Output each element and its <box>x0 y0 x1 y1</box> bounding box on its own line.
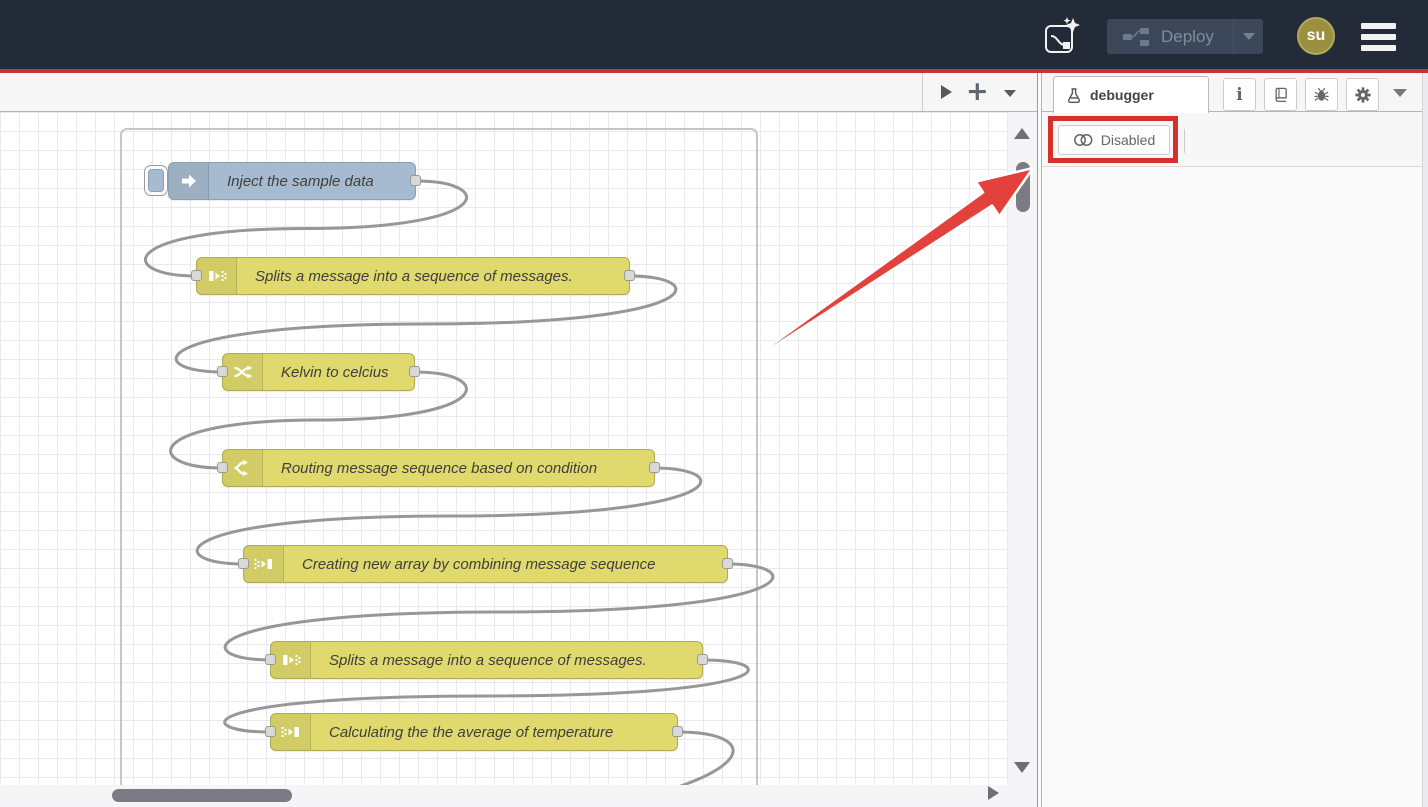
user-avatar[interactable]: su <box>1297 17 1335 55</box>
book-icon <box>1272 86 1289 103</box>
input-port[interactable] <box>265 726 276 737</box>
window-scrollbar-strip <box>1422 73 1428 807</box>
tabbar-separator <box>922 73 923 111</box>
flow-node-split[interactable]: Splits a message into a sequence of mess… <box>270 641 703 679</box>
tab-debugger[interactable]: debugger <box>1053 76 1209 113</box>
tab-debugger-label: debugger <box>1090 87 1154 103</box>
input-port[interactable] <box>217 462 228 473</box>
node-label: Calculating the the average of temperatu… <box>329 724 613 741</box>
split-icon <box>197 258 237 294</box>
debug-button[interactable] <box>1305 78 1338 111</box>
input-port[interactable] <box>191 270 202 281</box>
join-icon <box>244 546 284 582</box>
input-port[interactable] <box>217 366 228 377</box>
settings-button[interactable] <box>1346 78 1379 111</box>
inject-trigger-inner <box>148 169 164 192</box>
flow-list-caret-icon[interactable] <box>1004 90 1016 97</box>
node-label: Splits a message into a sequence of mess… <box>255 268 573 285</box>
inject-trigger-button[interactable] <box>144 165 168 196</box>
workspace-tabbar <box>0 73 1038 112</box>
output-port[interactable] <box>624 270 635 281</box>
flow-node-join[interactable]: Calculating the the average of temperatu… <box>270 713 678 751</box>
output-port[interactable] <box>649 462 660 473</box>
node-red-editor: Deploy su + Inject the sample data Splits… <box>0 0 1428 807</box>
info-button[interactable]: i <box>1223 78 1256 111</box>
help-button[interactable] <box>1264 78 1297 111</box>
header-accent-line <box>0 69 1428 73</box>
deploy-options-caret[interactable] <box>1233 19 1263 54</box>
red-annotation-box <box>1048 116 1178 163</box>
vertical-scrollbar[interactable] <box>1008 112 1037 807</box>
app-header: Deploy su <box>0 0 1428 69</box>
output-port[interactable] <box>697 654 708 665</box>
bug-icon <box>1313 86 1330 103</box>
deploy-label: Deploy <box>1161 27 1233 47</box>
sidebar-tabs-caret-icon[interactable] <box>1393 89 1407 97</box>
node-label: Inject the sample data <box>227 173 374 190</box>
deploy-button[interactable]: Deploy <box>1107 19 1263 54</box>
change-shuffle-icon <box>223 354 263 390</box>
flow-node-switch[interactable]: Routing message sequence based on condit… <box>222 449 655 487</box>
next-tab-icon[interactable] <box>941 85 952 99</box>
flask-icon <box>1066 87 1082 104</box>
vertical-scrollbar-thumb[interactable] <box>1016 162 1030 212</box>
horizontal-scrollbar-thumb[interactable] <box>112 789 292 802</box>
input-port[interactable] <box>238 558 249 569</box>
switch-fork-icon <box>223 450 263 486</box>
avatar-initials: su <box>1307 27 1326 45</box>
flow-node-join[interactable]: Creating new array by combining message … <box>243 545 728 583</box>
node-label: Kelvin to celcius <box>281 364 389 381</box>
scroll-up-arrow-icon[interactable] <box>1014 128 1030 139</box>
scroll-down-arrow-icon[interactable] <box>1014 762 1030 773</box>
flow-assistant-icon[interactable] <box>1043 16 1081 56</box>
scroll-right-arrow-icon[interactable] <box>988 786 999 800</box>
flow-node-split[interactable]: Splits a message into a sequence of mess… <box>196 257 630 295</box>
node-label: Splits a message into a sequence of mess… <box>329 652 647 669</box>
flow-node-change[interactable]: Kelvin to celcius <box>222 353 415 391</box>
sidebar: debugger i <box>1041 73 1428 807</box>
main-menu-button[interactable] <box>1361 23 1396 51</box>
node-label: Routing message sequence based on condit… <box>281 460 597 477</box>
info-icon: i <box>1236 85 1242 105</box>
add-flow-icon[interactable]: + <box>966 76 989 107</box>
chevron-down-icon <box>1243 33 1255 40</box>
inject-arrow-icon <box>169 163 209 199</box>
flow-node-inject[interactable]: Inject the sample data <box>168 162 416 200</box>
join-icon <box>271 714 311 750</box>
gear-icon <box>1354 86 1372 104</box>
node-label: Creating new array by combining message … <box>302 556 656 573</box>
output-port[interactable] <box>409 366 420 377</box>
output-port[interactable] <box>722 558 733 569</box>
toolbar-separator <box>1184 129 1185 153</box>
split-icon <box>271 642 311 678</box>
output-port[interactable] <box>672 726 683 737</box>
deploy-icon <box>1123 27 1149 47</box>
debug-messages-panel <box>1042 167 1428 807</box>
input-port[interactable] <box>265 654 276 665</box>
output-port[interactable] <box>410 175 421 186</box>
